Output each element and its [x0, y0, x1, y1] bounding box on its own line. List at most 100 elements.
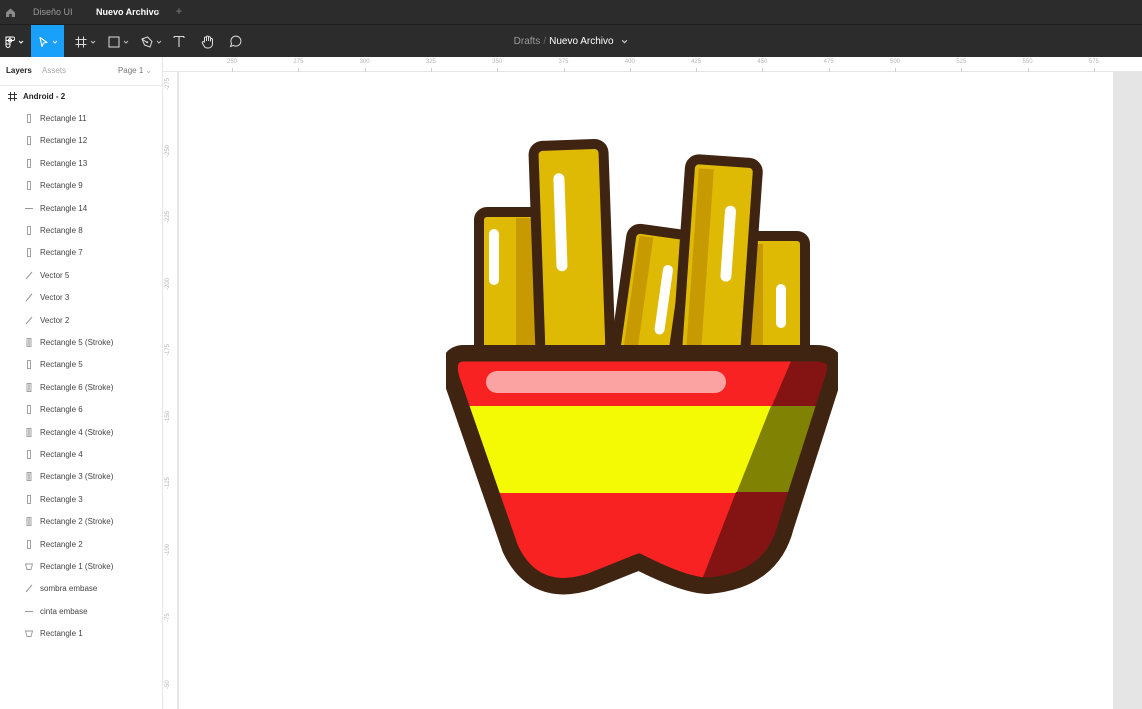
layer-label: Rectangle 13 [40, 158, 88, 168]
layer-row[interactable]: Rectangle 4 (Stroke) [0, 422, 162, 444]
layer-label: Rectangle 14 [40, 203, 88, 213]
shape-icon [25, 630, 33, 638]
rectangle-icon [27, 181, 31, 191]
hand-tool-button[interactable] [196, 25, 218, 58]
layer-row[interactable]: Rectangle 3 [0, 489, 162, 511]
page-selector[interactable]: Page 1 ⌄ [118, 66, 152, 75]
frame-tool-icon [75, 36, 86, 47]
shape-icon [25, 563, 33, 570]
tab-diseno-ui[interactable]: Diseño UI [22, 0, 84, 24]
text-tool-icon [173, 35, 185, 47]
ruler-label: -50 [165, 679, 171, 689]
layer-row[interactable]: Rectangle 6 [0, 399, 162, 421]
line-icon [25, 207, 33, 209]
pen-tool-button[interactable] [136, 25, 166, 58]
rectangle-icon [27, 248, 31, 258]
breadcrumb-folder[interactable]: Drafts [514, 36, 541, 47]
layer-label: Rectangle 7 [40, 248, 83, 258]
layer-row[interactable]: Rectangle 2 [0, 534, 162, 556]
layer-row[interactable]: Rectangle 9 [0, 175, 162, 197]
layer-row[interactable]: Rectangle 8 [0, 220, 162, 242]
ruler-label: 425 [691, 59, 702, 65]
file-name[interactable]: Nuevo Archivo [549, 36, 613, 47]
frame-tool-button[interactable] [70, 25, 100, 58]
layer-row[interactable]: Rectangle 14 [0, 198, 162, 220]
layer-row[interactable]: Rectangle 5 [0, 354, 162, 376]
add-tab-button[interactable]: + [172, 0, 186, 24]
ruler-label: 475 [823, 59, 834, 65]
ruler-label: 375 [558, 59, 569, 65]
layer-row[interactable]: Rectangle 7 [0, 242, 162, 264]
layer-label: Rectangle 5 [40, 360, 83, 370]
french-fries-illustration[interactable] [446, 138, 838, 596]
ruler-label: 400 [624, 59, 635, 65]
layer-label: Rectangle 2 [40, 539, 83, 549]
layer-row[interactable]: Rectangle 13 [0, 153, 162, 175]
layer-label: Rectangle 11 [40, 114, 87, 123]
layer-row[interactable]: Rectangle 1 (Stroke) [0, 556, 162, 578]
layer-row[interactable]: Rectangle 3 (Stroke) [0, 466, 162, 488]
canvas[interactable] [179, 72, 1142, 709]
comment-tool-button[interactable] [224, 25, 246, 58]
tab-label: Nuevo Archivo [96, 7, 160, 17]
layer-row[interactable]: Vector 3 [0, 287, 162, 309]
vector-icon [25, 271, 33, 280]
move-tool-icon [38, 36, 48, 47]
text-tool-button[interactable] [169, 25, 189, 58]
layer-label: Rectangle 1 [40, 629, 83, 639]
layer-row[interactable]: sombra embase [0, 578, 162, 600]
layer-label: Rectangle 1 (Stroke) [40, 562, 114, 571]
ruler-label: -75 [165, 613, 171, 622]
layer-label: Rectangle 9 [40, 181, 83, 191]
home-button[interactable] [0, 0, 20, 24]
chevron-down-icon [18, 40, 24, 44]
layer-row[interactable]: cinta embase [0, 601, 162, 623]
stroke-icon [26, 472, 32, 482]
layer-row[interactable]: Rectangle 2 (Stroke) [0, 511, 162, 533]
vector-icon [25, 316, 33, 324]
layer-row[interactable]: Rectangle 6 (Stroke) [0, 377, 162, 399]
line-icon [25, 610, 33, 612]
rectangle-icon [27, 450, 31, 459]
tab-assets[interactable]: Assets [42, 66, 66, 75]
layer-label: cinta embase [40, 606, 88, 616]
layer-row[interactable]: Rectangle 12 [0, 130, 162, 152]
rectangle-icon [27, 494, 31, 504]
layer-row[interactable]: Rectangle 11 [0, 108, 162, 130]
main-menu-button[interactable] [0, 25, 29, 58]
layers-panel: Layers Assets Page 1 ⌄ Android - 2 Rectan… [0, 57, 163, 709]
ruler-label: 275 [293, 59, 304, 65]
ruler-label: -100 [165, 543, 171, 556]
move-tool-button[interactable] [31, 25, 64, 58]
close-tab-icon[interactable]: × [155, 0, 160, 24]
page-label: Page 1 [117, 66, 144, 75]
layer-label: Rectangle 2 (Stroke) [40, 517, 114, 527]
horizontal-ruler: 250 275 300 325 350 375 400 425 450 475 500 525 550 5… [163, 57, 1142, 72]
tab-bar: Diseño UI Nuevo Archivo × + [0, 0, 1142, 24]
fry-2 [528, 138, 616, 359]
stroke-icon [26, 517, 32, 527]
layer-row[interactable]: Vector 2 [0, 310, 162, 332]
chevron-down-icon: ⌄ [145, 66, 152, 75]
layer-row[interactable]: Rectangle 5 (Stroke) [0, 332, 162, 354]
ruler-label: 575 [1088, 59, 1099, 65]
ruler-label: -150 [165, 410, 171, 423]
tab-layers[interactable]: Layers [6, 66, 32, 75]
tab-label: Diseño UI [33, 7, 73, 17]
rectangle-icon [27, 158, 31, 168]
frame-android-2[interactable] [179, 72, 1113, 709]
chevron-down-icon[interactable] [621, 38, 628, 45]
rectangle-tool-button[interactable] [103, 25, 133, 58]
layer-row[interactable]: Rectangle 4 [0, 444, 162, 466]
layer-row[interactable]: Rectangle 1 [0, 623, 162, 645]
layer-row[interactable]: Vector 5 [0, 265, 162, 287]
stroke-icon [26, 427, 32, 437]
tab-nuevo-archivo[interactable]: Nuevo Archivo × [85, 0, 171, 24]
chevron-down-icon [52, 40, 57, 44]
rectangle-icon [27, 136, 31, 146]
layer-frame-android-2[interactable]: Android - 2 [0, 86, 162, 108]
layer-label: Vector 3 [40, 293, 70, 303]
chevron-down-icon [90, 40, 95, 44]
chevron-down-icon [123, 40, 128, 44]
layer-label: Rectangle 3 [40, 494, 83, 504]
